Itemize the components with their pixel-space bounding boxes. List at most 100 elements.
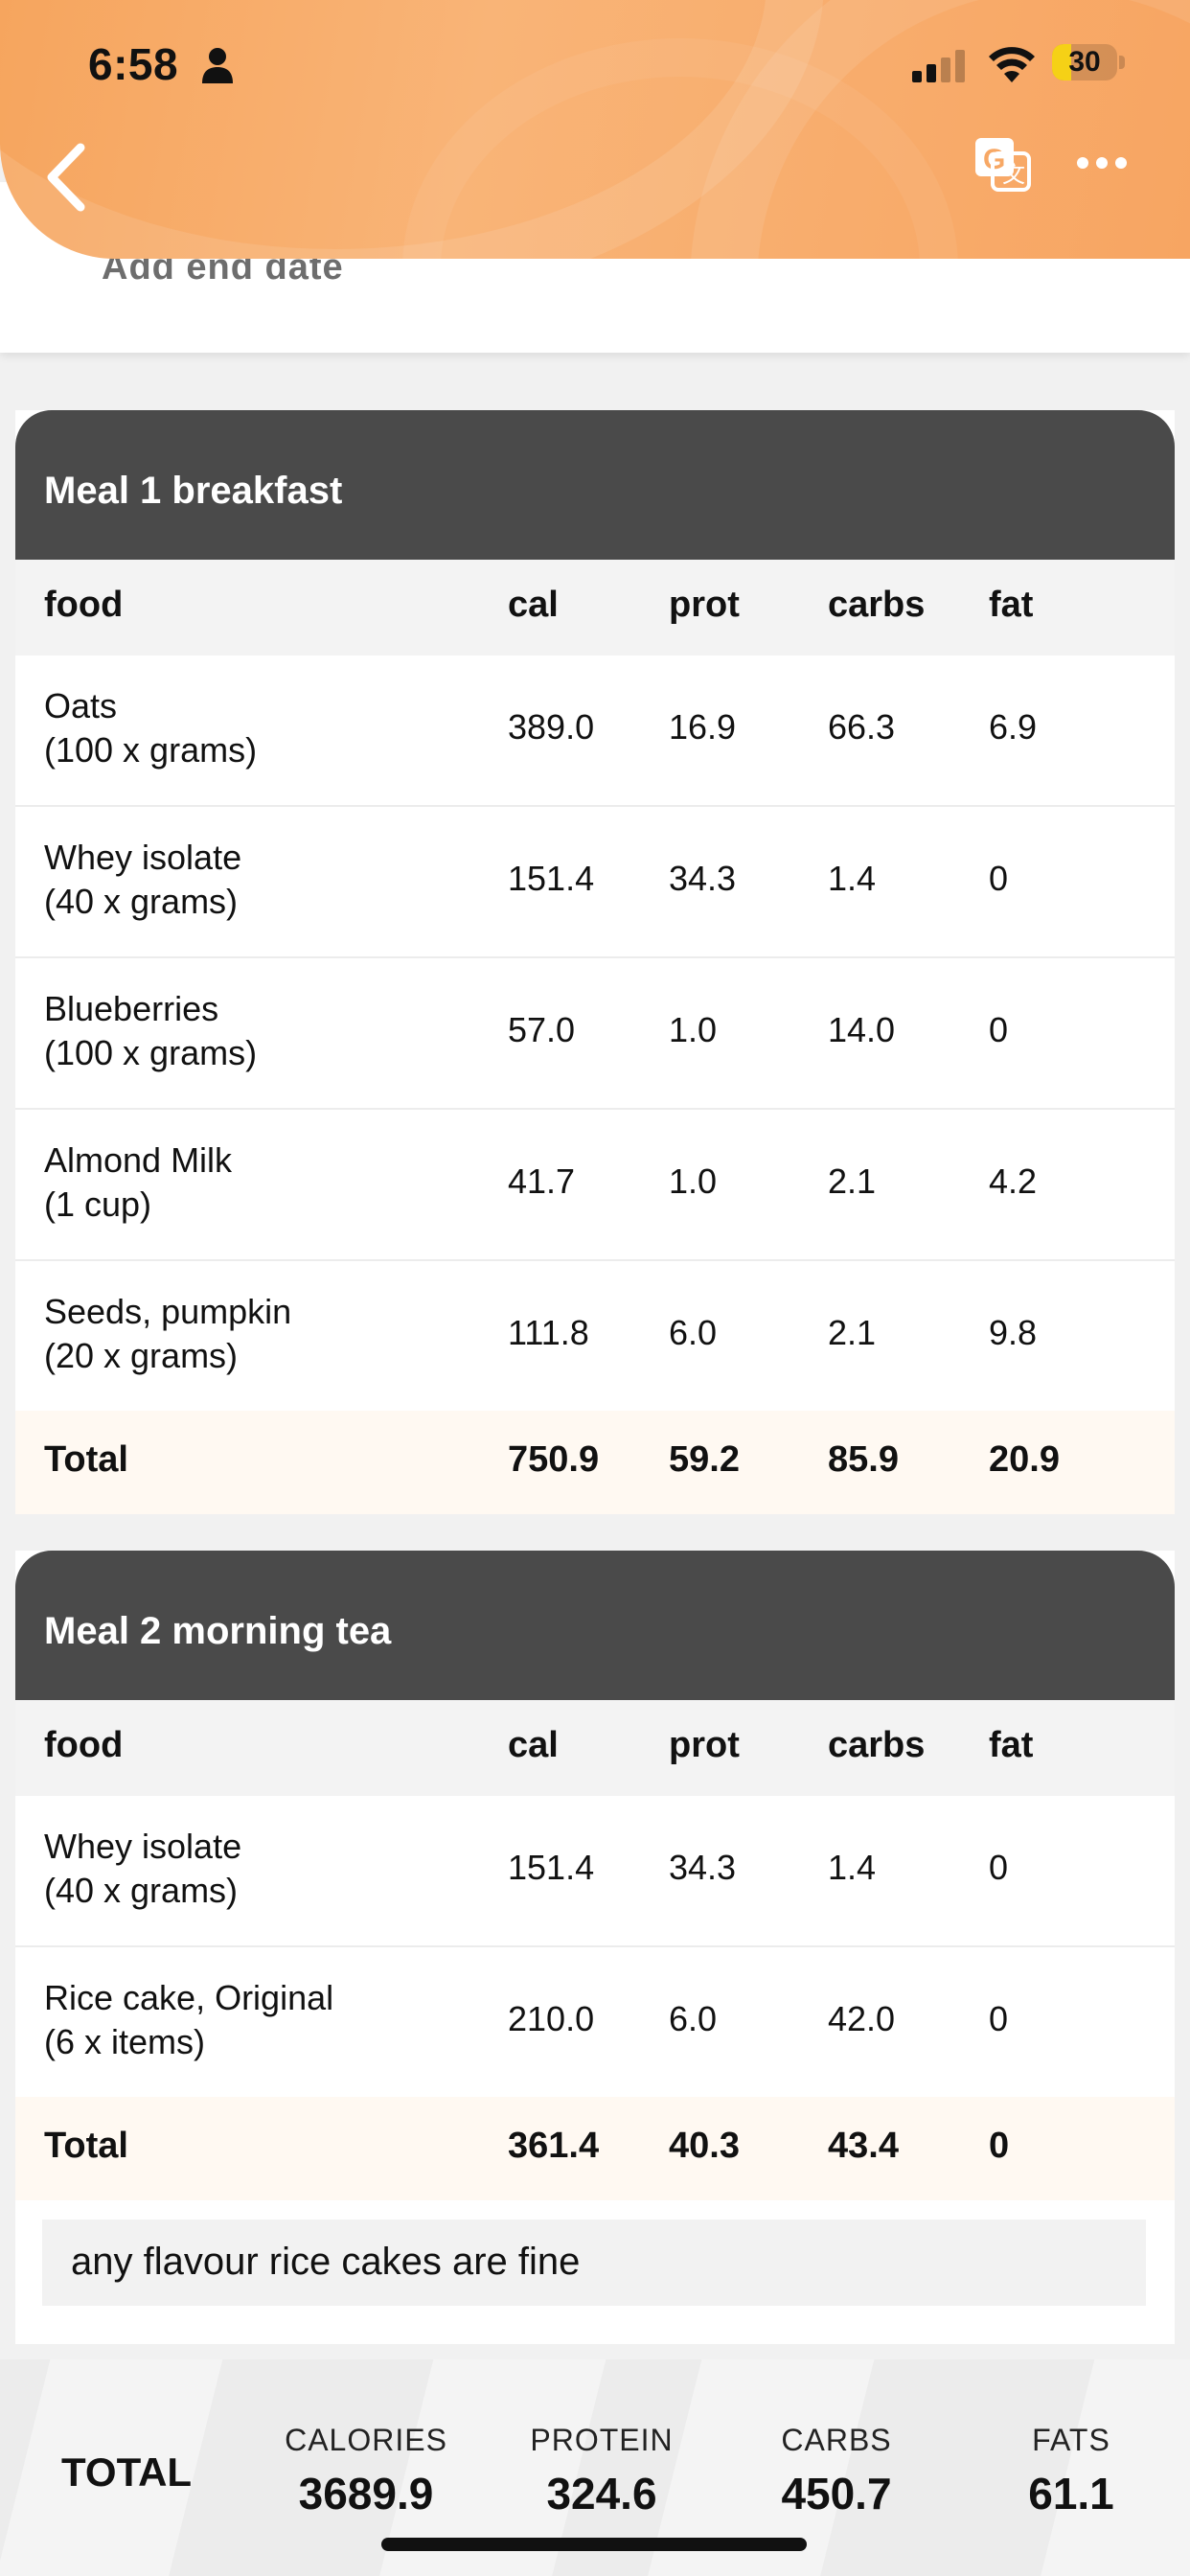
meal-note: any flavour rice cakes are fine: [42, 2220, 1146, 2306]
col-cal: cal: [508, 1725, 559, 1765]
cal-cell: 111.8: [508, 1313, 589, 1352]
wifi-icon: [989, 47, 1035, 82]
total-carbs: 85.9: [828, 1439, 899, 1480]
calories-value: 3689.9: [298, 2469, 434, 2518]
col-fat: fat: [989, 1725, 1034, 1765]
food-cell: Rice cake, Original (6 x items): [44, 1978, 334, 2061]
fats-value: 61.1: [1028, 2469, 1114, 2518]
column-header-row: food cal prot carbs fat: [15, 1700, 1175, 1796]
meal-header: Meal 2 morning tea: [15, 1551, 1175, 1700]
col-fat: fat: [989, 585, 1034, 625]
meal-note-container: any flavour rice cakes are fine: [15, 2200, 1175, 2344]
food-row[interactable]: Rice cake, Original (6 x items) 210.0 6.0…: [15, 1947, 1175, 2097]
svg-text:文: 文: [1002, 161, 1025, 188]
food-cell: Whey isolate (40 x grams): [44, 838, 242, 921]
cal-cell: 210.0: [508, 1999, 595, 2038]
cal-cell: 151.4: [508, 1848, 595, 1887]
prot-cell: 1.0: [669, 1010, 718, 1049]
cal-cell: 151.4: [508, 859, 595, 898]
total-prot: 40.3: [669, 2126, 740, 2166]
cal-cell: 41.7: [508, 1162, 576, 1201]
fat-cell: 4.2: [989, 1162, 1038, 1201]
food-cell: Whey isolate (40 x grams): [44, 1827, 242, 1910]
app-header: 6:58 30 G 文: [0, 0, 1190, 259]
meal-note-text: any flavour rice cakes are fine: [71, 2241, 581, 2283]
protein-stat: PROTEIN 324.6: [496, 2423, 707, 2519]
fat-cell: 9.8: [989, 1313, 1038, 1352]
meal-header: Meal 1 breakfast: [15, 410, 1175, 560]
food-cell: Seeds, pumpkin (20 x grams): [44, 1292, 292, 1375]
fat-cell: 0: [989, 1999, 1009, 2038]
carbs-cell: 1.4: [828, 859, 877, 898]
prot-cell: 34.3: [669, 1848, 737, 1887]
carbs-stat: CARBS 450.7: [731, 2423, 942, 2519]
total-fat: 0: [989, 2126, 1010, 2166]
person-icon: [202, 48, 233, 83]
battery-percent: 30: [1068, 46, 1101, 78]
carbs-cell: 1.4: [828, 1848, 877, 1887]
col-cal: cal: [508, 585, 559, 625]
prot-cell: 6.0: [669, 1999, 718, 2038]
battery-indicator: 30: [1052, 44, 1127, 80]
fat-cell: 0: [989, 1848, 1009, 1887]
total-label: Total: [44, 1439, 128, 1480]
fat-cell: 0: [989, 859, 1009, 898]
carbs-value: 450.7: [781, 2469, 892, 2518]
food-row[interactable]: Almond Milk (1 cup) 41.7 1.0 2.1 4.2: [15, 1110, 1175, 1261]
meal-title: Meal 2 morning tea: [44, 1610, 392, 1652]
cellular-signal-icon: [912, 50, 965, 82]
food-cell: Almond Milk (1 cup): [44, 1140, 233, 1224]
fats-label: FATS: [1032, 2423, 1110, 2457]
more-options-icon[interactable]: [1075, 144, 1129, 182]
total-cal: 750.9: [508, 1439, 600, 1480]
cal-cell: 389.0: [508, 707, 595, 747]
col-carbs: carbs: [828, 1725, 926, 1765]
col-prot: prot: [669, 1725, 740, 1765]
food-row[interactable]: Whey isolate (40 x grams) 151.4 34.3 1.4 …: [15, 1796, 1175, 1947]
carbs-cell: 2.1: [828, 1313, 877, 1352]
fats-stat: FATS 61.1: [966, 2423, 1177, 2519]
food-row[interactable]: Blueberries (100 x grams) 57.0 1.0 14.0 0: [15, 958, 1175, 1110]
meal-total-row: Total 750.9 59.2 85.9 20.9: [15, 1411, 1175, 1514]
status-time: 6:58: [88, 39, 179, 89]
food-row[interactable]: Oats (100 x grams) 389.0 16.9 66.3 6.9: [15, 656, 1175, 807]
carbs-label: CARBS: [781, 2423, 892, 2457]
protein-label: PROTEIN: [530, 2423, 674, 2457]
column-header-row: food cal prot carbs fat: [15, 560, 1175, 656]
col-food: food: [44, 1725, 124, 1765]
food-cell: Oats (100 x grams): [44, 686, 258, 770]
carbs-cell: 2.1: [828, 1162, 877, 1201]
col-food: food: [44, 585, 124, 625]
back-button[interactable]: [38, 134, 96, 220]
carbs-cell: 14.0: [828, 1010, 896, 1049]
prot-cell: 16.9: [669, 707, 737, 747]
fat-cell: 0: [989, 1010, 1009, 1049]
col-prot: prot: [669, 585, 740, 625]
calories-label: CALORIES: [285, 2423, 447, 2457]
cal-cell: 57.0: [508, 1010, 576, 1049]
food-cell: Blueberries (100 x grams): [44, 989, 258, 1072]
prot-cell: 34.3: [669, 859, 737, 898]
fat-cell: 6.9: [989, 707, 1038, 747]
total-cal: 361.4: [508, 2126, 600, 2166]
prot-cell: 6.0: [669, 1313, 718, 1352]
translate-icon[interactable]: G 文: [973, 136, 1031, 192]
home-indicator[interactable]: [381, 2538, 807, 2551]
total-label: Total: [44, 2126, 128, 2166]
calories-stat: CALORIES 3689.9: [261, 2423, 471, 2519]
carbs-cell: 66.3: [828, 707, 896, 747]
total-fat: 20.9: [989, 1439, 1060, 1480]
col-carbs: carbs: [828, 585, 926, 625]
meal-total-row: Total 361.4 40.3 43.4 0: [15, 2097, 1175, 2200]
carbs-cell: 42.0: [828, 1999, 896, 2038]
meal-title: Meal 1 breakfast: [44, 470, 343, 512]
meal-card: Meal 2 morning tea food cal prot carbs f…: [15, 1551, 1175, 2344]
meal-card: Meal 1 breakfast food cal prot carbs fat…: [15, 410, 1175, 1514]
food-row[interactable]: Seeds, pumpkin (20 x grams) 111.8 6.0 2.1…: [15, 1261, 1175, 1411]
food-row[interactable]: Whey isolate (40 x grams) 151.4 34.3 1.4 …: [15, 807, 1175, 958]
daily-total-label: TOTAL: [61, 2450, 193, 2495]
protein-value: 324.6: [546, 2469, 657, 2518]
prot-cell: 1.0: [669, 1162, 718, 1201]
total-prot: 59.2: [669, 1439, 740, 1480]
total-carbs: 43.4: [828, 2126, 899, 2166]
